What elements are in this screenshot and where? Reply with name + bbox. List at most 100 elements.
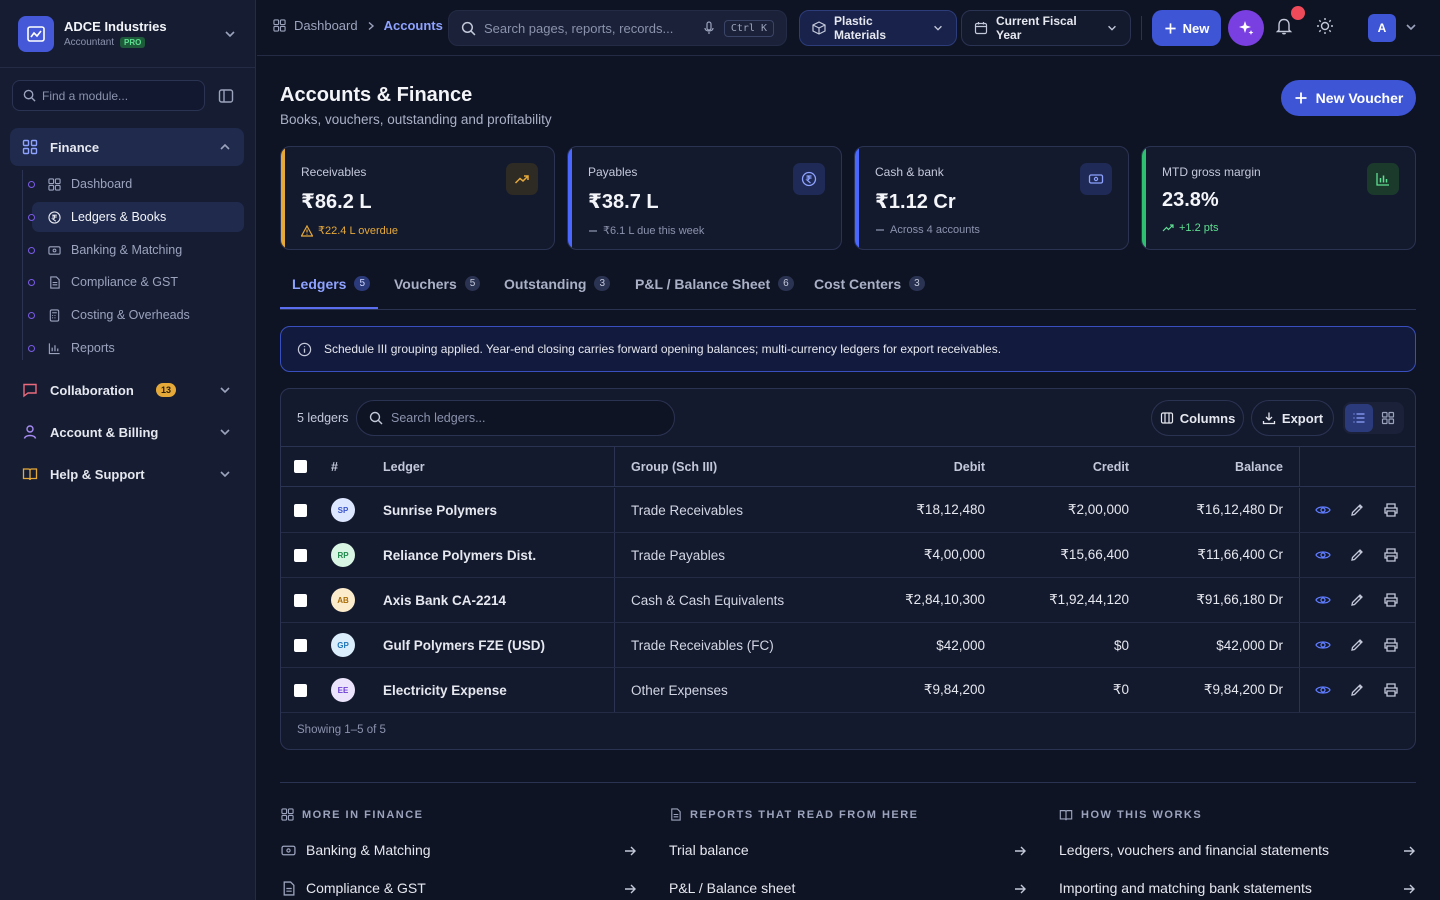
tab-ledgers[interactable]: Ledgers 5 bbox=[292, 276, 371, 310]
ledger-name[interactable]: Sunrise Polymers bbox=[383, 488, 497, 532]
arrow-right-icon[interactable] bbox=[1402, 844, 1416, 858]
new-voucher-button[interactable]: New Voucher bbox=[1281, 80, 1416, 116]
global-search-input[interactable]: Search pages, reports, records... Ctrl K bbox=[448, 10, 787, 46]
view-icon[interactable] bbox=[1315, 488, 1331, 532]
print-icon[interactable] bbox=[1383, 578, 1399, 622]
edit-icon[interactable] bbox=[1349, 578, 1365, 622]
arrow-right-icon[interactable] bbox=[623, 844, 637, 858]
credit-value: ₹2,00,000 bbox=[1067, 502, 1129, 517]
avatar[interactable]: A bbox=[1368, 14, 1396, 42]
tab-outstanding[interactable]: Outstanding 3 bbox=[504, 276, 610, 310]
link-bank-import-guide[interactable]: Importing and matching bank statements bbox=[1059, 880, 1312, 896]
sidebar-group-help[interactable]: Help & Support bbox=[10, 455, 244, 493]
print-icon[interactable] bbox=[1383, 488, 1399, 532]
row-checkbox[interactable] bbox=[294, 683, 307, 697]
edit-icon[interactable] bbox=[1349, 488, 1365, 532]
column-header-debit[interactable]: Debit bbox=[841, 447, 985, 486]
view-icon[interactable] bbox=[1315, 668, 1331, 712]
export-button[interactable]: Export bbox=[1251, 400, 1334, 436]
microphone-icon[interactable] bbox=[702, 21, 716, 35]
column-header-credit[interactable]: Credit bbox=[985, 447, 1129, 486]
sidebar-group-collaboration[interactable]: Collaboration 13 bbox=[10, 371, 244, 409]
sidebar-item-reports[interactable]: Reports bbox=[28, 333, 244, 363]
search-icon bbox=[461, 21, 476, 36]
columns-button[interactable]: Columns bbox=[1151, 400, 1244, 436]
org-switcher[interactable]: ADCE Industries Accountant PRO bbox=[0, 0, 255, 68]
ai-assistant-button[interactable] bbox=[1228, 10, 1264, 46]
kpi-card-cash-bank[interactable]: Cash & bank ₹1.12 Cr Across 4 accounts bbox=[854, 146, 1129, 250]
row-checkbox[interactable] bbox=[294, 503, 307, 517]
sidebar-collapse-icon[interactable] bbox=[216, 86, 236, 106]
new-button[interactable]: New bbox=[1152, 10, 1221, 46]
tab-pl-balance-sheet[interactable]: P&L / Balance Sheet 6 bbox=[635, 276, 794, 310]
sparkle-icon bbox=[1237, 19, 1255, 37]
sidebar-group-account-billing[interactable]: Account & Billing bbox=[10, 413, 244, 451]
credit-value: $0 bbox=[1113, 637, 1129, 653]
period-selector[interactable]: Current Fiscal Year bbox=[961, 10, 1131, 46]
row-checkbox[interactable] bbox=[294, 548, 307, 562]
print-icon[interactable] bbox=[1383, 668, 1399, 712]
ledger-name[interactable]: Reliance Polymers Dist. bbox=[383, 533, 536, 577]
select-all-checkbox[interactable] bbox=[294, 460, 307, 473]
kpi-value: ₹1.12 Cr bbox=[875, 191, 956, 213]
ledger-name[interactable]: Electricity Expense bbox=[383, 668, 507, 712]
table-row[interactable]: SP Sunrise Polymers Trade Receivables ₹18,1… bbox=[281, 488, 1415, 533]
column-header-group[interactable]: Group (Sch III) bbox=[631, 447, 717, 486]
view-toggle bbox=[1343, 402, 1404, 434]
link-trial-balance[interactable]: Trial balance bbox=[669, 842, 749, 858]
arrow-right-icon[interactable] bbox=[623, 882, 637, 896]
tab-vouchers[interactable]: Vouchers 5 bbox=[394, 276, 481, 310]
arrow-right-icon[interactable] bbox=[1013, 844, 1027, 858]
sun-icon[interactable] bbox=[1315, 16, 1335, 36]
cash-icon bbox=[1080, 163, 1112, 195]
bell-icon[interactable] bbox=[1274, 16, 1294, 36]
print-icon[interactable] bbox=[1383, 533, 1399, 577]
table-row[interactable]: AB Axis Bank CA-2214 Cash & Cash Equivalen… bbox=[281, 578, 1415, 623]
edit-icon[interactable] bbox=[1349, 533, 1365, 577]
sidebar-item-costing[interactable]: Costing & Overheads bbox=[28, 300, 244, 330]
row-checkbox[interactable] bbox=[294, 638, 307, 652]
link-ledgers-vouchers-guide[interactable]: Ledgers, vouchers and financial statemen… bbox=[1059, 842, 1329, 858]
link-pl-balance-sheet[interactable]: P&L / Balance sheet bbox=[669, 880, 795, 896]
ledger-search-input[interactable]: Search ledgers... bbox=[356, 400, 675, 436]
sidebar-group-label: Finance bbox=[50, 139, 100, 155]
edit-icon[interactable] bbox=[1349, 668, 1365, 712]
column-header-balance[interactable]: Balance bbox=[1129, 447, 1283, 486]
module-search-input[interactable]: Find a module... bbox=[12, 80, 205, 111]
view-icon[interactable] bbox=[1315, 623, 1331, 667]
edit-icon[interactable] bbox=[1349, 623, 1365, 667]
table-row[interactable]: EE Electricity Expense Other Expenses ₹9,84… bbox=[281, 668, 1415, 713]
sidebar-item-banking[interactable]: Banking & Matching bbox=[28, 235, 244, 265]
sidebar-item-ledgers-books[interactable]: Ledgers & Books bbox=[28, 202, 244, 232]
view-icon[interactable] bbox=[1315, 533, 1331, 577]
debit-value: ₹4,00,000 bbox=[923, 547, 985, 562]
link-banking-matching[interactable]: Banking & Matching bbox=[281, 842, 431, 858]
grid-view-icon[interactable] bbox=[1375, 404, 1403, 432]
ledger-name[interactable]: Gulf Polymers FZE (USD) bbox=[383, 623, 545, 667]
sidebar-item-dashboard[interactable]: Dashboard bbox=[28, 169, 244, 199]
list-view-icon[interactable] bbox=[1345, 404, 1373, 432]
chevron-down-icon bbox=[932, 22, 944, 34]
column-header-ledger[interactable]: Ledger bbox=[383, 447, 425, 486]
print-icon[interactable] bbox=[1383, 623, 1399, 667]
row-checkbox[interactable] bbox=[294, 593, 307, 607]
kpi-card-gross-margin[interactable]: MTD gross margin 23.8% +1.2 pts bbox=[1141, 146, 1416, 250]
arrow-right-icon[interactable] bbox=[1402, 882, 1416, 896]
sidebar-group-finance[interactable]: Finance bbox=[10, 128, 244, 166]
table-row[interactable]: RP Reliance Polymers Dist. Trade Payables ₹… bbox=[281, 533, 1415, 578]
document-icon bbox=[281, 880, 296, 896]
project-selector[interactable]: Plastic Materials bbox=[799, 10, 957, 46]
kpi-card-receivables[interactable]: Receivables ₹86.2 L ₹22.4 L overdue bbox=[280, 146, 555, 250]
chevron-down-icon bbox=[223, 27, 237, 41]
table-row[interactable]: GP Gulf Polymers FZE (USD) Trade Receivabl… bbox=[281, 623, 1415, 668]
ledger-name[interactable]: Axis Bank CA-2214 bbox=[383, 578, 506, 622]
link-compliance-gst[interactable]: Compliance & GST bbox=[281, 880, 426, 896]
sidebar-item-compliance[interactable]: Compliance & GST bbox=[28, 267, 244, 297]
book-icon bbox=[1059, 808, 1073, 822]
view-icon[interactable] bbox=[1315, 578, 1331, 622]
tab-cost-centers[interactable]: Cost Centers 3 bbox=[814, 276, 925, 310]
chevron-down-icon[interactable] bbox=[1404, 20, 1418, 34]
breadcrumb-dashboard[interactable]: Dashboard bbox=[294, 18, 358, 33]
arrow-right-icon[interactable] bbox=[1013, 882, 1027, 896]
kpi-card-payables[interactable]: Payables ₹38.7 L ₹6.1 L due this week bbox=[567, 146, 842, 250]
